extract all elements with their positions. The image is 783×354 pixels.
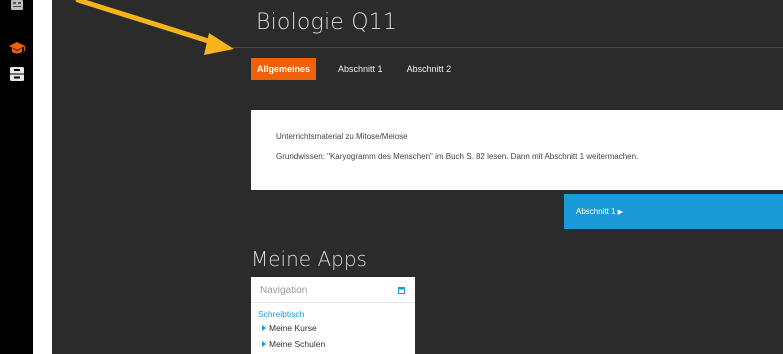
next-section-button[interactable]: Abschnitt 1 ▶: [564, 194, 783, 229]
screen: Biologie Q11 Allgemeines Abschnitt 1 Abs…: [0, 0, 783, 354]
apps-heading: Meine Apps: [251, 247, 367, 271]
next-section-label: Abschnitt 1: [576, 207, 616, 216]
dock-block-icon[interactable]: [398, 287, 405, 294]
section-summary-box: Unterrichtsmaterial zu Mitose/Meiose Gru…: [251, 110, 783, 190]
course-main-area: Biologie Q11 Allgemeines Abschnitt 1 Abs…: [52, 0, 783, 354]
nav-item-label: Meine Kurse: [269, 323, 317, 333]
nav-item-meine-schulen[interactable]: Meine Schulen: [262, 339, 325, 349]
tab-abschnitt-2[interactable]: Abschnitt 2: [407, 58, 452, 80]
grid-icon[interactable]: [8, 0, 26, 14]
graduation-cap-icon[interactable]: [8, 38, 26, 58]
title-divider: [232, 47, 783, 48]
filing-cabinet-icon[interactable]: [8, 64, 26, 84]
summary-line-instructions: Grundwissen: "Karyogramm des Menschen" i…: [276, 152, 639, 161]
course-title: Biologie Q11: [256, 10, 398, 35]
play-arrow-icon: ▶: [617, 208, 623, 216]
nav-item-meine-kurse[interactable]: Meine Kurse: [262, 323, 317, 333]
expand-triangle-icon: [262, 341, 266, 347]
summary-line-material: Unterrichtsmaterial zu Mitose/Meiose: [276, 132, 408, 141]
nav-item-label: Meine Schulen: [269, 339, 326, 349]
navigation-header: Navigation: [251, 277, 415, 303]
left-sidebar: [0, 0, 33, 354]
section-tabs: Allgemeines Abschnitt 1 Abschnitt 2: [251, 58, 451, 80]
expand-triangle-icon: [262, 325, 266, 331]
navigation-title: Navigation: [260, 285, 308, 296]
tab-allgemeines[interactable]: Allgemeines: [251, 58, 317, 80]
navigation-block: Navigation Schreibtisch Meine Kurse Mein…: [251, 277, 415, 354]
tab-abschnitt-1[interactable]: Abschnitt 1: [338, 58, 383, 80]
nav-link-schreibtisch[interactable]: Schreibtisch: [258, 309, 304, 319]
